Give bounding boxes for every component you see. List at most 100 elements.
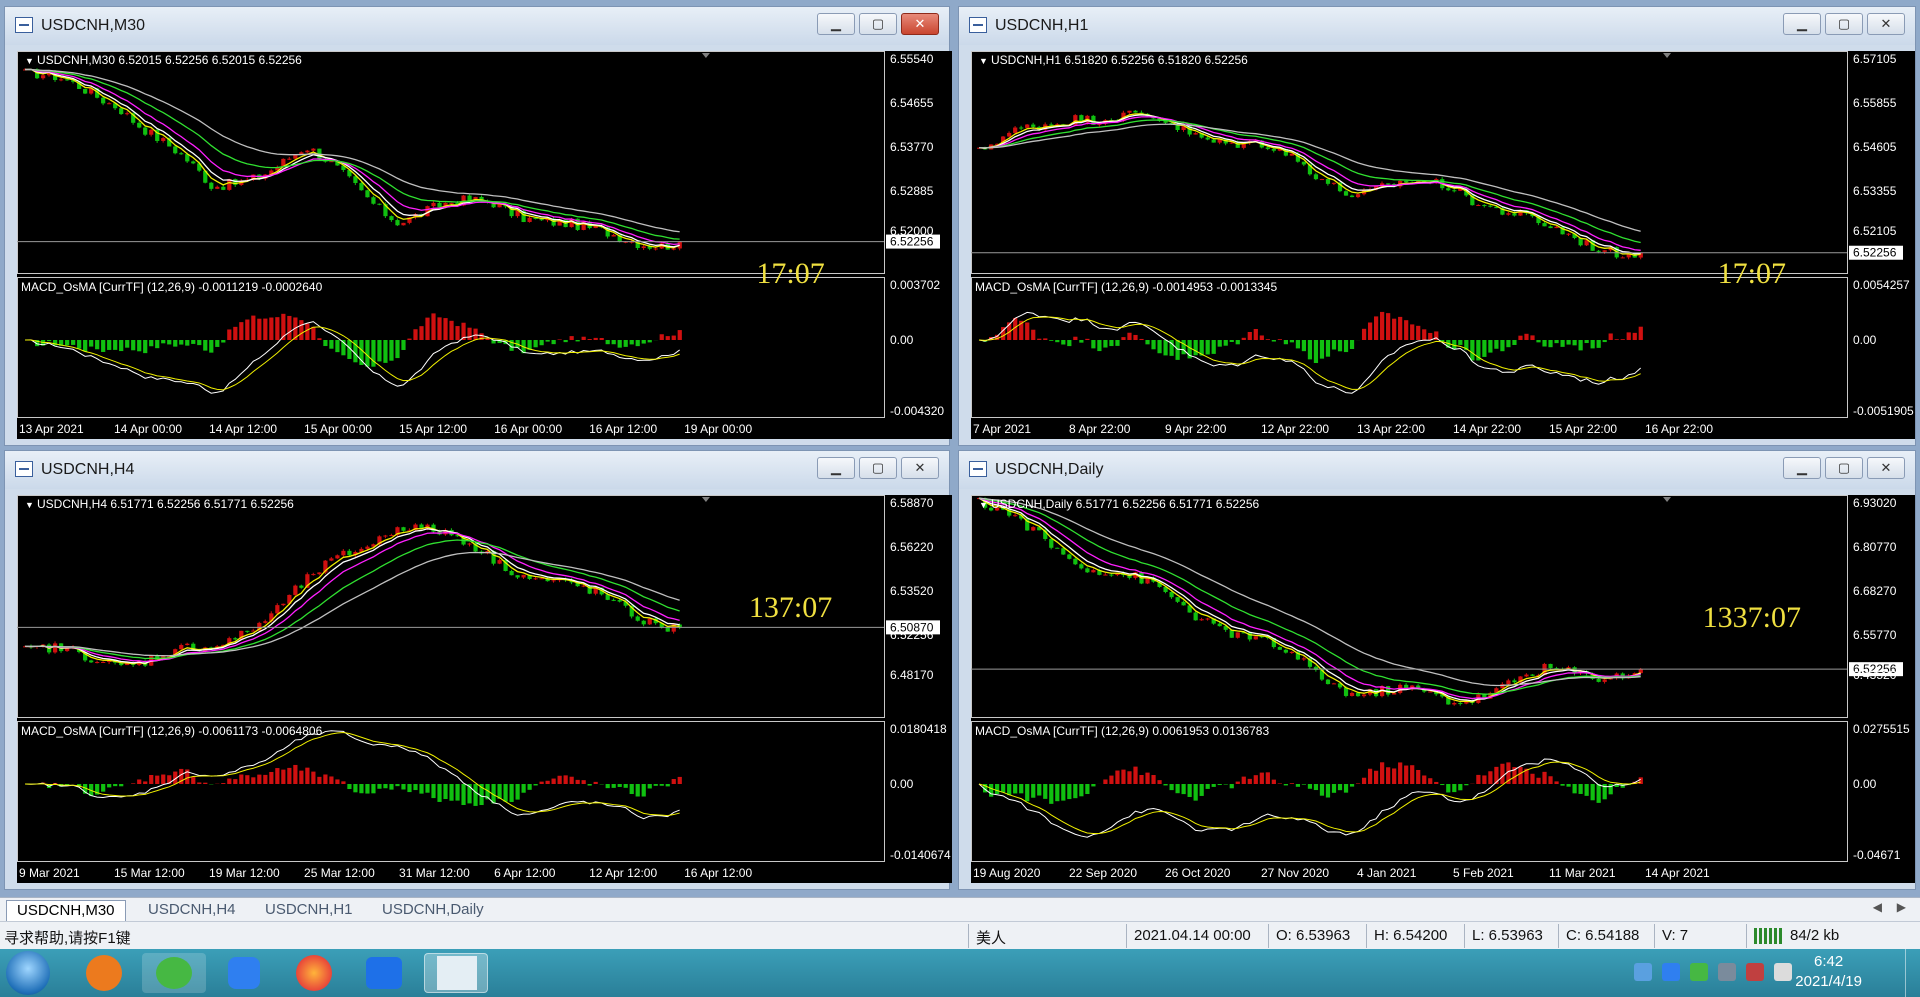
- histogram-bar: [1404, 765, 1409, 784]
- network-icon[interactable]: [1718, 963, 1736, 981]
- maximize-button[interactable]: ▢: [1825, 13, 1863, 35]
- histogram-bar: [161, 340, 166, 344]
- chart-svg[interactable]: 6.555406.546556.537706.528856.522566.520…: [17, 51, 952, 439]
- histogram-bar: [1331, 340, 1337, 350]
- tab-scroll-left-icon[interactable]: ◀: [1873, 900, 1882, 914]
- taskbar-app-firefox[interactable]: [282, 953, 346, 993]
- histogram-bar: [1109, 340, 1114, 347]
- histogram-bar: [1049, 340, 1054, 341]
- chart-window-h4[interactable]: USDCNH,H4 ▁ ▢ ✕ 6.58870 6.56220 6.53520 6.5…: [4, 450, 952, 890]
- tab-usdcnh-daily[interactable]: USDCNH,Daily: [372, 900, 494, 920]
- time-tick-label: 14 Apr 12:00: [209, 422, 277, 436]
- histogram-bar: [647, 340, 652, 343]
- taskbar-app-wechat[interactable]: [142, 953, 206, 993]
- candle-body: [539, 219, 544, 221]
- minimize-button[interactable]: ▁: [1783, 13, 1821, 35]
- histogram-bar: [455, 784, 460, 801]
- close-button[interactable]: ✕: [1867, 13, 1905, 35]
- tab-usdcnh-m30[interactable]: USDCNH,M30: [6, 900, 126, 921]
- price-tick-label: 6.48170: [890, 668, 934, 682]
- security-icon[interactable]: [1746, 963, 1764, 981]
- taskbar-app-browser[interactable]: [72, 953, 136, 993]
- candle-body: [509, 571, 514, 576]
- tab-usdcnh-h1[interactable]: USDCNH,H1: [255, 900, 363, 920]
- histogram-bar: [1596, 784, 1601, 803]
- candle-body: [65, 79, 70, 81]
- histogram-bar: [107, 784, 112, 788]
- candle-body: [1554, 226, 1559, 229]
- chart-svg[interactable]: 6.57105 6.55855 6.54605 6.53355 6.52256 6.521…: [971, 51, 1915, 439]
- histogram-bar: [1572, 784, 1577, 794]
- candle-body: [383, 535, 388, 537]
- histogram-bar: [1386, 767, 1391, 784]
- candle-body: [1163, 120, 1168, 123]
- window-titlebar[interactable]: USDCNH,M30 ▁ ▢ ✕: [5, 7, 949, 45]
- tab-usdcnh-h4[interactable]: USDCNH,H4: [138, 900, 246, 920]
- histogram-bar: [1608, 333, 1613, 340]
- histogram-bar: [191, 777, 196, 784]
- minimize-button[interactable]: ▁: [1783, 457, 1821, 479]
- maximize-button[interactable]: ▢: [1825, 457, 1863, 479]
- volume-icon[interactable]: [1774, 963, 1792, 981]
- histogram-bar: [1319, 784, 1325, 796]
- window-titlebar[interactable]: USDCNH,H1 ▁ ▢ ✕: [959, 7, 1915, 45]
- window-titlebar[interactable]: USDCNH,H4 ▁ ▢ ✕: [5, 451, 949, 489]
- wechat-tray-icon[interactable]: [1690, 963, 1708, 981]
- histogram-bar: [107, 340, 112, 350]
- connection-bars-icon[interactable]: [1754, 928, 1782, 944]
- taskbar-app-meeting[interactable]: [352, 953, 416, 993]
- macd-indicator-label: MACD_OsMA [CurrTF] (12,26,9) -0.0061173 …: [21, 724, 323, 738]
- candle-body: [581, 585, 586, 587]
- shield-icon[interactable]: [1662, 963, 1680, 981]
- maximize-button[interactable]: ▢: [859, 13, 897, 35]
- chart-window-daily[interactable]: USDCNH,Daily ▁ ▢ ✕ 6.93020 6.80770 6.68270…: [958, 450, 1916, 890]
- histogram-bar: [1307, 784, 1313, 789]
- close-button[interactable]: ✕: [901, 13, 939, 35]
- bar-countdown-timer: 1337:07: [1703, 601, 1801, 634]
- histogram-bar: [455, 326, 460, 340]
- histogram-bar: [431, 313, 436, 340]
- histogram-bar: [239, 322, 244, 340]
- histogram-bar: [617, 784, 622, 787]
- chart-window-m30[interactable]: USDCNH,M30 ▁ ▢ ✕ 6.55540 6.54655 6.53770 6.…: [4, 6, 952, 446]
- candle-body: [1031, 527, 1036, 531]
- candle-body: [395, 220, 400, 226]
- candle-body: [1007, 132, 1012, 137]
- minimize-button[interactable]: ▁: [817, 457, 855, 479]
- chart-svg[interactable]: 6.930206.807706.682706.557706.522566.435…: [971, 495, 1915, 883]
- candle-body: [107, 103, 112, 105]
- chart-canvas[interactable]: 6.55540 6.54655 6.53770 6.52885 6.52256 6.520…: [17, 51, 952, 439]
- status-high: H: 6.54200: [1374, 927, 1448, 944]
- chart-svg[interactable]: 6.588706.562206.535206.522566.508706.481…: [17, 495, 952, 883]
- close-button[interactable]: ✕: [1867, 457, 1905, 479]
- taskbar-app-metatrader[interactable]: [424, 953, 488, 993]
- taskbar-clock[interactable]: 6:42 2021/4/19: [1795, 952, 1862, 992]
- histogram-bar: [1289, 340, 1294, 343]
- histogram-bar: [1638, 777, 1643, 784]
- start-button[interactable]: [6, 951, 50, 995]
- taskbar-app-notes[interactable]: [212, 953, 276, 993]
- chart-canvas[interactable]: 6.58870 6.56220 6.53520 6.52256 6.50870 6.481…: [17, 495, 952, 883]
- chart-window-h1[interactable]: USDCNH,H1 ▁ ▢ ✕ 6.57105 6.55855 6.54605 6.5…: [958, 6, 1916, 446]
- histogram-bar: [377, 340, 382, 362]
- histogram-bar: [113, 340, 118, 350]
- window-titlebar[interactable]: USDCNH,Daily ▁ ▢ ✕: [959, 451, 1915, 489]
- histogram-bar: [1091, 340, 1096, 349]
- chart-canvas[interactable]: 6.57105 6.55855 6.54605 6.53355 6.52256 6.521…: [971, 51, 1915, 439]
- histogram-bar: [1548, 340, 1553, 348]
- tray-icon-1[interactable]: [1634, 963, 1652, 981]
- histogram-bar: [137, 340, 142, 352]
- histogram-bar: [215, 340, 220, 347]
- candle-body: [431, 202, 436, 207]
- histogram-bar: [1283, 340, 1288, 345]
- tab-scroll-right-icon[interactable]: ▶: [1897, 900, 1906, 914]
- histogram-bar: [1031, 784, 1036, 798]
- maximize-button[interactable]: ▢: [859, 457, 897, 479]
- histogram-bar: [1301, 784, 1307, 785]
- close-button[interactable]: ✕: [901, 457, 939, 479]
- histogram-bar: [317, 776, 322, 784]
- minimize-button[interactable]: ▁: [817, 13, 855, 35]
- histogram-bar: [1434, 781, 1439, 784]
- chart-canvas[interactable]: 6.93020 6.80770 6.68270 6.55770 6.52256 6.435…: [971, 495, 1915, 883]
- show-desktop-button[interactable]: [1905, 949, 1920, 997]
